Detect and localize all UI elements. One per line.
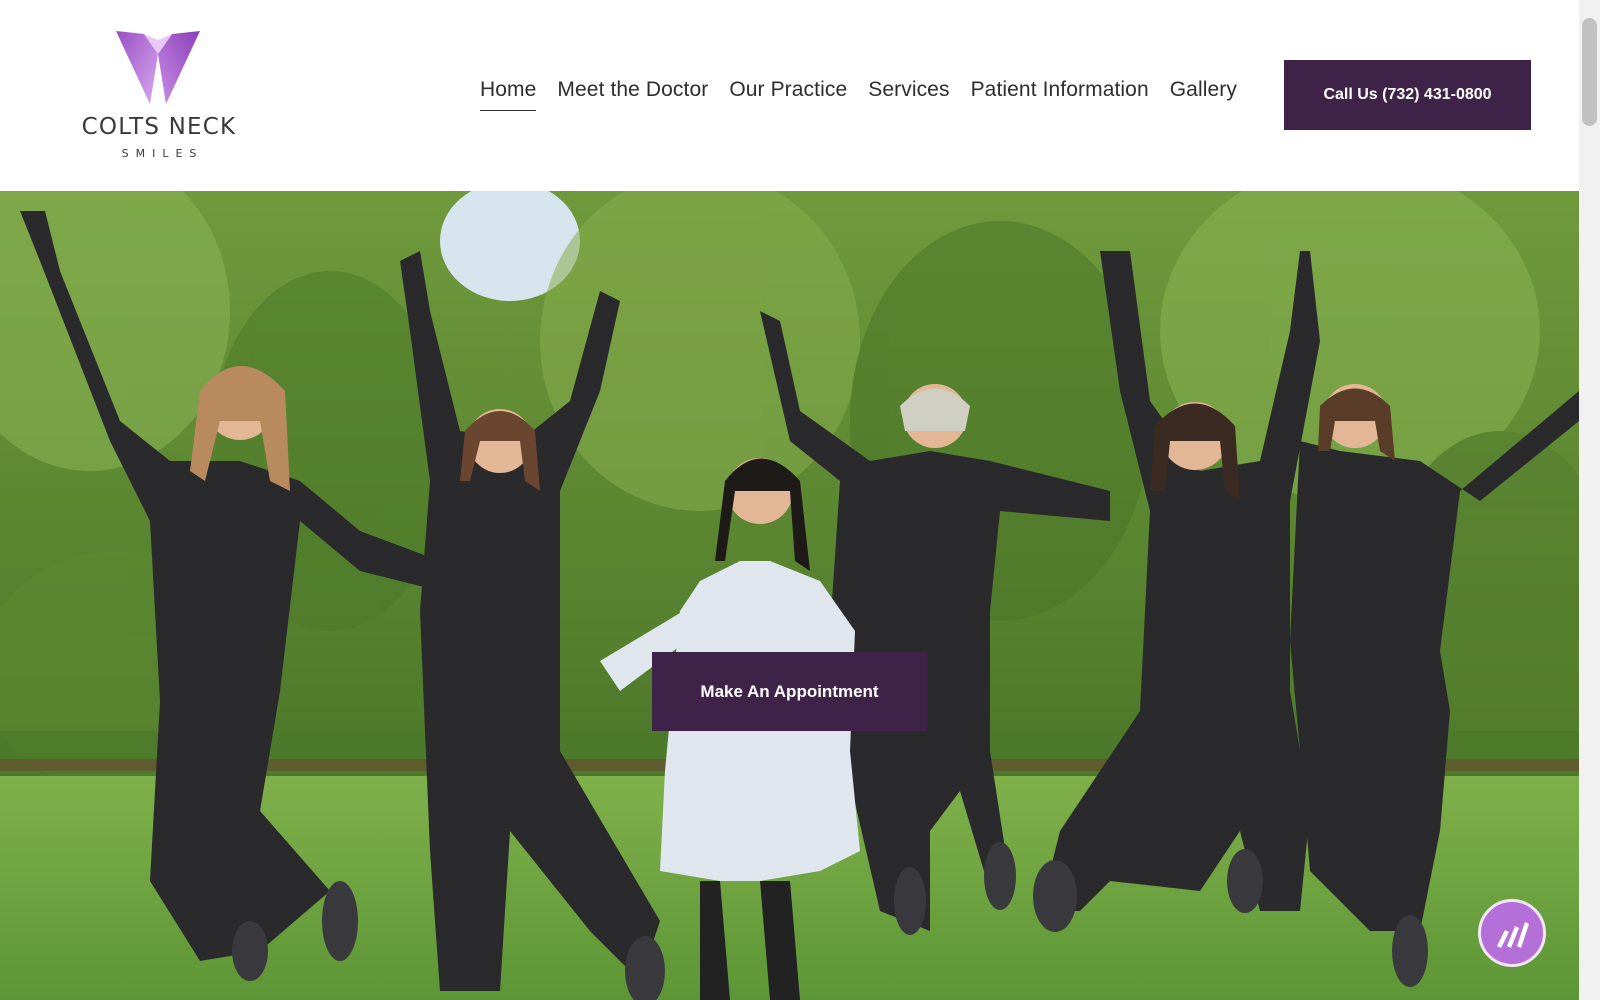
hero-section: Make An Appointment — [0, 191, 1579, 1000]
tooth-icon — [116, 31, 200, 104]
scrollbar-thumb[interactable] — [1582, 18, 1597, 126]
hero-image — [0, 191, 1579, 1000]
call-us-button[interactable]: Call Us (732) 431-0800 — [1284, 60, 1531, 130]
nav-item-patient-information[interactable]: Patient Information — [971, 78, 1149, 110]
viewport: COLTS NECK SMILES Home Meet the Doctor O… — [0, 0, 1579, 1000]
nav-item-home[interactable]: Home — [480, 78, 537, 111]
chat-widget-button[interactable] — [1478, 899, 1546, 967]
main-nav: Home Meet the Doctor Our Practice Servic… — [480, 78, 1258, 118]
logo-tagline: SMILES — [121, 147, 204, 160]
nav-item-our-practice[interactable]: Our Practice — [729, 78, 847, 110]
logo[interactable]: COLTS NECK SMILES — [66, 28, 252, 164]
site-header: COLTS NECK SMILES Home Meet the Doctor O… — [0, 0, 1579, 191]
chat-bars-icon — [1497, 922, 1529, 948]
make-appointment-button[interactable]: Make An Appointment — [652, 652, 927, 731]
logo-name: COLTS NECK — [81, 114, 237, 140]
nav-item-gallery[interactable]: Gallery — [1170, 78, 1237, 110]
page-scrollbar[interactable] — [1579, 0, 1600, 1000]
page: COLTS NECK SMILES Home Meet the Doctor O… — [0, 0, 1600, 1000]
nav-item-meet-the-doctor[interactable]: Meet the Doctor — [557, 78, 708, 110]
nav-item-services[interactable]: Services — [868, 78, 949, 110]
